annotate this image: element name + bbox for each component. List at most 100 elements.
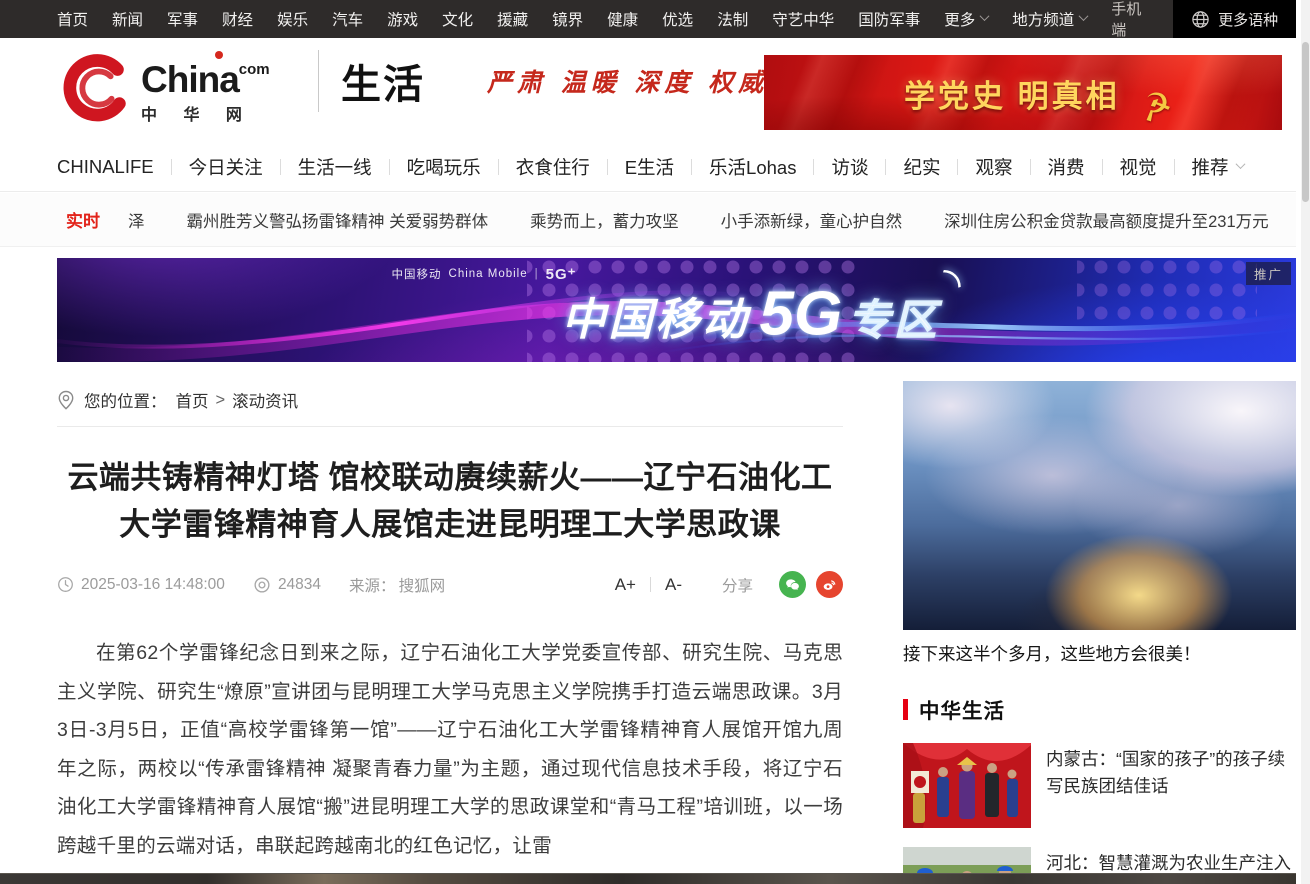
- language-switcher-label: 更多语种: [1218, 9, 1278, 30]
- article-meta: 2025-03-16 14:48:00 24834 来源： 搜狐网 A+: [57, 571, 843, 598]
- top-nav-item[interactable]: 汽车: [332, 8, 363, 30]
- top-nav-item[interactable]: 健康: [607, 8, 638, 30]
- site-logo[interactable]: Chinacom 中 华 网: [57, 50, 270, 128]
- page: 首页 新闻 军事 财经 娱乐 汽车 游戏 文化 援藏 镜界 健康 优选 法制 守艺中华 国防军事 更多 地方…: [0, 0, 1310, 884]
- top-nav-item[interactable]: 游戏: [387, 8, 418, 30]
- breadcrumb-separator: >: [216, 391, 226, 410]
- banner-title: 中国移动 5G ⌒ 专区: [561, 279, 940, 350]
- sidebar-news-item[interactable]: 内蒙古：“国家的孩子”的孩子续写民族团结佳话: [903, 743, 1296, 828]
- top-nav-item[interactable]: 守艺中华: [772, 8, 834, 30]
- brand-cn-name: 中 华 网: [141, 101, 270, 125]
- mobile-version-link[interactable]: 手机端: [1111, 0, 1151, 40]
- red-accent-bar: [903, 699, 908, 720]
- header-ad-text: 学党史 明真相: [904, 71, 1120, 116]
- brand-red-dot: [215, 51, 223, 59]
- brand-wordmark: Chinacom: [141, 53, 270, 97]
- views-icon: [253, 576, 271, 594]
- top-nav-item[interactable]: 军事: [167, 8, 198, 30]
- article-column: 您的位置： 首页 > 滚动资讯 云端共铸精神灯塔 馆校联动赓续薪火——辽宁石油化…: [57, 378, 843, 884]
- sidebar-section-header: 中华生活: [903, 694, 1296, 724]
- main-content: 您的位置： 首页 > 滚动资讯 云端共铸精神灯塔 馆校联动赓续薪火——辽宁石油化…: [57, 378, 1296, 884]
- top-nav-local-channels[interactable]: 地方频道: [1012, 8, 1087, 30]
- top-nav-item[interactable]: 法制: [717, 8, 748, 30]
- next-section-edge: [0, 873, 1296, 884]
- topbar: 首页 新闻 军事 财经 娱乐 汽车 游戏 文化 援藏 镜界 健康 优选 法制 守艺中华 国防军事 更多 地方…: [0, 0, 1296, 38]
- china-mobile-logo: 中国移动China Mobile |5G⁺: [392, 265, 577, 283]
- sidebar: 接下来这半个多月，这些地方会很美！ 中华生活: [903, 381, 1296, 884]
- ticker-headline[interactable]: 霸州胜芳义警弘扬雷锋精神 关爱弱势群体: [187, 208, 489, 232]
- chevron-down-icon[interactable]: [1235, 159, 1245, 169]
- brand-slogan: 严肃 温暖 深度 权威: [487, 63, 768, 99]
- news-thumbnail-stage: [903, 743, 1031, 828]
- view-count: 24834: [253, 576, 321, 594]
- brand-tld: com: [239, 61, 270, 78]
- featured-image-cherry-blossoms[interactable]: [903, 381, 1296, 630]
- topbar-right: 手机端 更多语种: [1111, 0, 1296, 38]
- china-mobile-5g-ad-banner[interactable]: 中国移动China Mobile |5G⁺ 中国移动 5G ⌒ 专区 推广: [57, 258, 1296, 362]
- ticker-headline[interactable]: 乘势而上，蓄力攻坚: [530, 208, 679, 232]
- ticker-list: 泽 霸州胜芳义警弘扬雷锋精神 关爱弱势群体 乘势而上，蓄力攻坚 小手添新绿，童心护自然…: [128, 208, 1296, 232]
- share-wechat-button[interactable]: [779, 571, 806, 598]
- share-weibo-button[interactable]: [816, 571, 843, 598]
- weibo-icon: [821, 576, 838, 593]
- sub-nav-item[interactable]: 访谈: [831, 154, 903, 180]
- scrollbar-thumb[interactable]: [1302, 42, 1309, 202]
- sub-nav-item[interactable]: 吃喝玩乐: [407, 154, 516, 180]
- site-header: Chinacom 中 华 网 生活 严肃 温暖 深度 权威 学党史 明真相 ☭: [0, 38, 1296, 142]
- sub-nav-item[interactable]: 视觉: [1120, 154, 1192, 180]
- sub-nav-item[interactable]: 推荐: [1192, 154, 1229, 180]
- article-body: 在第62个学雷锋纪念日到来之际，辽宁石油化工大学党委宣传部、研究生院、马克思主义…: [57, 634, 843, 865]
- sub-nav-item[interactable]: 生活一线: [298, 154, 407, 180]
- china-com-brush-logo-icon: [57, 50, 135, 128]
- top-nav-item[interactable]: 国防军事: [858, 8, 920, 30]
- top-nav-more-label: 更多: [944, 8, 975, 30]
- location-pin-icon: [57, 390, 75, 410]
- font-decrease-button[interactable]: A-: [665, 575, 682, 595]
- sub-nav-item[interactable]: 观察: [975, 154, 1047, 180]
- ticker-label: 实时: [66, 207, 100, 232]
- party-emblem-icon: ☭: [1134, 82, 1178, 130]
- top-nav-item[interactable]: 镜界: [552, 8, 583, 30]
- article-tools: A+ A- 分享: [615, 571, 843, 598]
- top-nav-item[interactable]: 财经: [222, 8, 253, 30]
- top-nav-item[interactable]: 新闻: [112, 8, 143, 30]
- sub-nav-item[interactable]: E生活: [625, 154, 709, 180]
- subnav-row: CHINALIFE今日关注生活一线吃喝玩乐衣食住行E生活乐活Lohas访谈纪实观…: [0, 142, 1296, 192]
- top-nav-item[interactable]: 首页: [57, 8, 88, 30]
- featured-caption[interactable]: 接下来这半个多月，这些地方会很美！: [903, 642, 1296, 667]
- sub-nav-item[interactable]: 衣食住行: [516, 154, 625, 180]
- sub-nav-item[interactable]: 今日关注: [189, 154, 298, 180]
- ad-promo-tag: 推广: [1246, 262, 1291, 285]
- ticker-headline[interactable]: 小手添新绿，童心护自然: [721, 208, 903, 232]
- sub-nav-item[interactable]: 纪实: [903, 154, 975, 180]
- top-nav-item[interactable]: 优选: [662, 8, 693, 30]
- source-value[interactable]: 搜狐网: [399, 574, 446, 596]
- share-label: 分享: [722, 574, 753, 596]
- sub-nav-item[interactable]: 乐活Lohas: [709, 154, 831, 180]
- top-nav-item[interactable]: 援藏: [497, 8, 528, 30]
- breadcrumb-label: 您的位置：: [84, 388, 167, 412]
- sub-nav-item[interactable]: 消费: [1048, 154, 1120, 180]
- top-nav-item[interactable]: 文化: [442, 8, 473, 30]
- language-switcher[interactable]: 更多语种: [1173, 0, 1296, 38]
- view-count-value: 24834: [278, 576, 321, 594]
- divider: [57, 426, 843, 427]
- chevron-down-icon: [980, 11, 990, 21]
- header-divider: [318, 50, 319, 112]
- top-nav-more[interactable]: 更多: [944, 8, 988, 30]
- top-nav: 首页 新闻 军事 财经 娱乐 汽车 游戏 文化 援藏 镜界 健康 优选 法制 守艺中华 国防军事: [57, 8, 944, 30]
- ticker-headline[interactable]: 泽: [128, 208, 145, 232]
- font-increase-button[interactable]: A+: [615, 575, 636, 595]
- sub-nav-item[interactable]: CHINALIFE: [57, 156, 189, 178]
- breadcrumb-current[interactable]: 滚动资讯: [232, 388, 298, 412]
- globe-icon: [1191, 10, 1210, 29]
- header-ad-banner[interactable]: 学党史 明真相 ☭: [764, 55, 1282, 130]
- ticker-headline[interactable]: 深圳住房公积金贷款最高额度提升至231万元: [944, 208, 1269, 232]
- news-title[interactable]: 内蒙古：“国家的孩子”的孩子续写民族团结佳话: [1046, 743, 1296, 828]
- sub-nav: CHINALIFE今日关注生活一线吃喝玩乐衣食住行E生活乐活Lohas访谈纪实观…: [57, 154, 1229, 180]
- realtime-ticker: 实时 泽 霸州胜芳义警弘扬雷锋精神 关爱弱势群体 乘势而上，蓄力攻坚 小手添新绿，童心…: [0, 193, 1296, 247]
- breadcrumb-home-link[interactable]: 首页: [176, 388, 209, 412]
- publish-time-value: 2025-03-16 14:48:00: [81, 576, 225, 594]
- top-nav-item[interactable]: 娱乐: [277, 8, 308, 30]
- page-scrollbar[interactable]: [1301, 0, 1310, 884]
